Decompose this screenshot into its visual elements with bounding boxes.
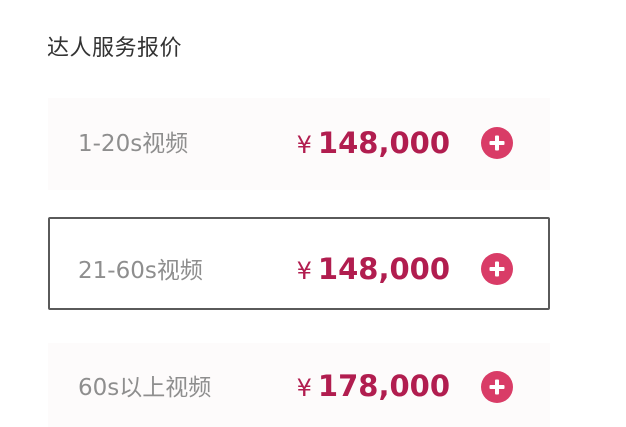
plus-circle-icon — [489, 379, 505, 395]
option-label: 1-20s视频 — [78, 131, 189, 157]
price-option-60s-plus[interactable]: 60s以上视频 ¥178,000 — [48, 343, 550, 427]
add-button[interactable] — [481, 253, 513, 285]
currency-symbol: ¥ — [296, 131, 312, 159]
plus-circle-icon — [489, 135, 505, 151]
currency-symbol: ¥ — [296, 374, 312, 402]
price-value: 178,000 — [317, 369, 450, 403]
section-title: 达人服务报价 — [47, 36, 183, 61]
option-label: 60s以上视频 — [78, 375, 212, 401]
price-value: 148,000 — [317, 252, 450, 286]
price-option-21-60s[interactable]: 21-60s视频 ¥148,000 — [48, 217, 550, 310]
currency-symbol: ¥ — [296, 257, 312, 285]
add-button[interactable] — [481, 371, 513, 403]
option-price: ¥148,000 — [297, 252, 450, 288]
option-label: 21-60s视频 — [78, 258, 203, 284]
price-value: 148,000 — [317, 126, 450, 160]
option-price: ¥148,000 — [297, 126, 450, 162]
plus-circle-icon — [489, 261, 505, 277]
add-button[interactable] — [481, 127, 513, 159]
price-option-1-20s[interactable]: 1-20s视频 ¥148,000 — [48, 98, 550, 190]
option-price: ¥178,000 — [297, 369, 450, 405]
